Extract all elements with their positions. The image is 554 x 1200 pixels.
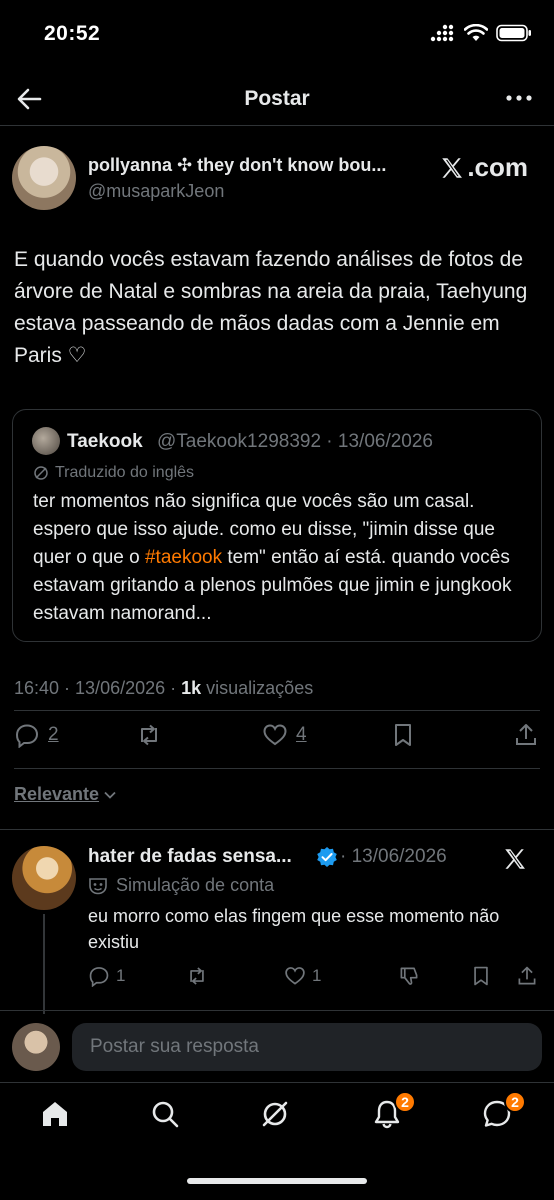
chevron-down-icon bbox=[104, 791, 116, 799]
translate-icon bbox=[34, 466, 48, 480]
reply-bookmark-button[interactable] bbox=[470, 965, 492, 987]
nav-notifications[interactable]: 2 bbox=[372, 1091, 416, 1133]
reply-icon bbox=[89, 967, 109, 987]
parody-label-text: Simulação de conta bbox=[116, 875, 275, 895]
author-avatar[interactable] bbox=[12, 146, 76, 210]
notifications-badge: 2 bbox=[394, 1091, 416, 1113]
like-button[interactable]: 4 bbox=[262, 722, 307, 748]
messages-badge: 2 bbox=[504, 1091, 526, 1113]
status-bar: 20:52 bbox=[0, 0, 554, 70]
reply-composer[interactable] bbox=[72, 1023, 542, 1071]
translated-label: Traduzido do inglês bbox=[33, 464, 194, 482]
nav-messages[interactable]: 2 bbox=[482, 1091, 526, 1133]
verified-badge-icon bbox=[317, 847, 337, 867]
views-count: 1k bbox=[181, 678, 202, 698]
reply-meta: · 13/06/2026 bbox=[340, 846, 447, 867]
reply-like-count: 1 bbox=[312, 966, 322, 985]
repost-icon bbox=[190, 967, 204, 985]
reply-avatar[interactable] bbox=[12, 846, 76, 910]
nav-home[interactable] bbox=[40, 1099, 74, 1133]
grok-icon bbox=[262, 1101, 288, 1127]
search-icon bbox=[152, 1101, 179, 1128]
signal-icon bbox=[430, 24, 454, 42]
sort-label: Relevante bbox=[14, 784, 100, 804]
bookmark-icon bbox=[395, 724, 411, 746]
divider bbox=[0, 829, 554, 830]
post-text: E quando vocês estavam fazendo análises … bbox=[14, 248, 528, 367]
reply-repost-button[interactable] bbox=[186, 965, 208, 987]
xcom-logo: .com bbox=[439, 152, 528, 183]
reply-like-button[interactable]: 1 bbox=[284, 965, 321, 987]
hashtag-link[interactable]: #taekook bbox=[145, 547, 222, 568]
dislike-icon bbox=[400, 967, 418, 985]
post-actions: 2 4 bbox=[0, 722, 554, 754]
system-icons bbox=[430, 24, 532, 42]
quote-text: ter momentos não significa que vocês são… bbox=[33, 488, 528, 628]
share-icon bbox=[518, 966, 536, 985]
x-logo-icon bbox=[505, 849, 525, 869]
timestamp-date: 16:40 · 13/06/2026 · bbox=[14, 678, 182, 698]
clock: 20:52 bbox=[44, 22, 101, 45]
current-user-avatar[interactable] bbox=[12, 1023, 60, 1071]
reply-reply-count: 1 bbox=[116, 966, 126, 985]
divider bbox=[14, 768, 540, 769]
translated-text: Traduzido do inglês bbox=[55, 464, 195, 481]
home-indicator bbox=[187, 1178, 367, 1184]
divider bbox=[0, 1010, 554, 1011]
bookmark-button[interactable] bbox=[390, 722, 416, 748]
nav-search[interactable] bbox=[150, 1099, 184, 1133]
heart-icon bbox=[285, 967, 305, 985]
post-timestamp: 16:40 · 13/06/2026 · 1k visualizações bbox=[14, 678, 313, 699]
views-label: visualizações bbox=[201, 678, 314, 698]
reply-reply-button[interactable]: 1 bbox=[88, 965, 125, 987]
bookmark-icon bbox=[474, 966, 488, 986]
reply-share-button[interactable] bbox=[516, 965, 538, 987]
quote-avatar bbox=[32, 427, 60, 455]
bottom-nav: 2 2 bbox=[0, 1082, 554, 1152]
header: Postar bbox=[0, 72, 554, 126]
nav-grok[interactable] bbox=[260, 1099, 294, 1133]
home-icon bbox=[43, 1102, 67, 1126]
page-title: Postar bbox=[244, 87, 310, 110]
heart-icon bbox=[263, 724, 287, 746]
quoted-post[interactable]: Taekook @Taekook1298392 · 13/06/2026 Tra… bbox=[12, 409, 542, 642]
thread-line bbox=[43, 914, 45, 1014]
repost-button[interactable] bbox=[136, 722, 162, 748]
reply-count: 2 bbox=[48, 724, 59, 745]
share-button[interactable] bbox=[513, 722, 539, 748]
reply-input[interactable] bbox=[72, 1023, 542, 1071]
quote-author-name: Taekook bbox=[67, 431, 143, 452]
battery-icon bbox=[496, 24, 531, 42]
mask-icon bbox=[89, 877, 107, 894]
reply-actions: 1 1 bbox=[0, 965, 554, 991]
reply-text: eu morro como elas fingem que esse momen… bbox=[88, 906, 500, 952]
author-handle[interactable]: @musaparkJeon bbox=[88, 181, 224, 202]
divider bbox=[14, 710, 540, 711]
repost-icon bbox=[141, 724, 157, 746]
x-logo-icon bbox=[442, 157, 463, 178]
more-options-icon[interactable] bbox=[504, 86, 534, 110]
share-icon bbox=[516, 724, 536, 745]
parody-label: Simulação de conta bbox=[88, 875, 274, 896]
quote-meta: @Taekook1298392 · 13/06/2026 bbox=[157, 431, 434, 452]
reply-downvote-button[interactable] bbox=[398, 965, 420, 987]
reply-button[interactable]: 2 bbox=[14, 722, 59, 748]
sort-dropdown[interactable]: Relevante bbox=[14, 784, 117, 805]
reply-author-name[interactable]: hater de fadas sensa... bbox=[88, 846, 292, 868]
like-count: 4 bbox=[296, 724, 307, 745]
reply-icon bbox=[15, 724, 39, 748]
author-name[interactable]: pollyanna ✣ they don't know bou... bbox=[88, 155, 428, 176]
wifi-icon bbox=[464, 24, 488, 41]
xcom-text: .com bbox=[467, 152, 528, 182]
